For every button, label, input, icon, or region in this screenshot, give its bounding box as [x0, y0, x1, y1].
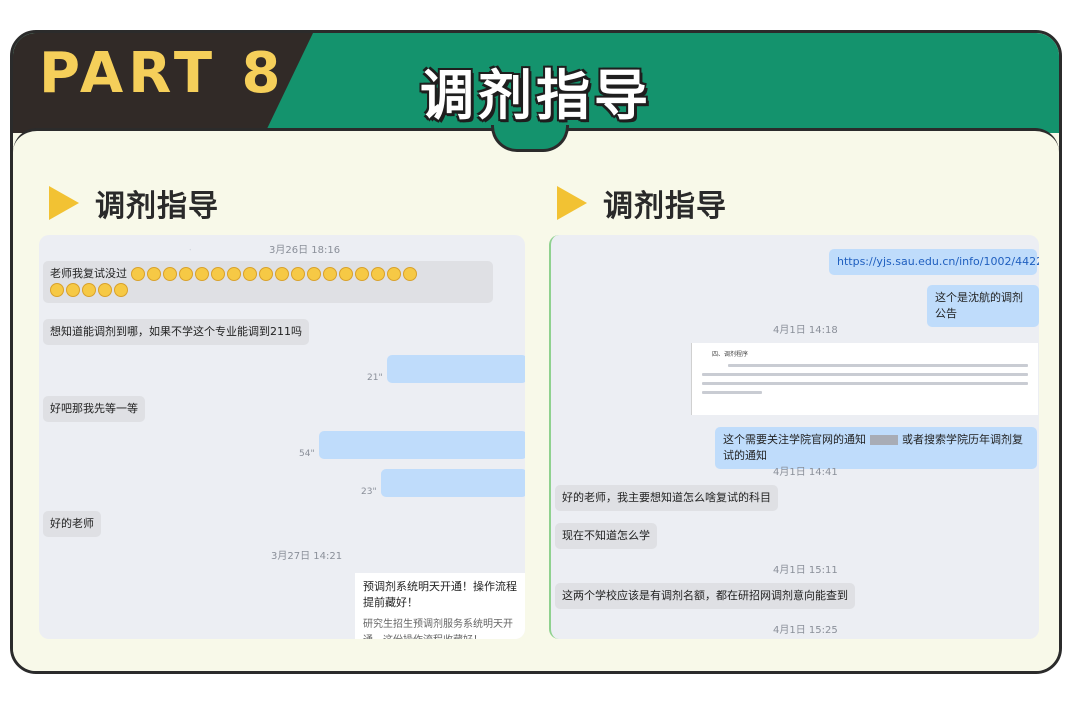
crying-emoji-icon — [98, 283, 112, 297]
article-title: 预调剂系统明天开通！操作流程提前藏好！ — [363, 580, 517, 609]
crying-emoji-icon — [114, 283, 128, 297]
crying-emoji-icon — [322, 267, 337, 281]
message-bubble: 这个需要关注学院官网的通知 或者搜索学院历年调剂复试的通知 — [715, 427, 1037, 469]
doc-line — [728, 364, 1028, 367]
message-text: 这个需要关注学院官网的通知 — [723, 433, 866, 446]
redacted-block — [870, 435, 898, 445]
timestamp: 4月1日 15:11 — [773, 565, 838, 576]
page-title: 调剂指导 — [420, 64, 652, 127]
message-bubble: 老师我复试没过 — [43, 261, 493, 303]
crying-emoji-icon — [354, 267, 369, 281]
content-card: PART 8 调剂指导 调剂指导 · 3月26日 18:16 老师我复试没过 想… — [10, 30, 1062, 674]
voice-duration: 23" — [361, 487, 377, 497]
voice-message-bubble[interactable] — [387, 355, 525, 383]
timestamp: 4月1日 15:25 — [773, 625, 838, 636]
message-bubble: 想知道能调剂到哪，如果不学这个专业能调到211吗 — [43, 319, 309, 345]
crying-emoji-icon — [402, 267, 417, 281]
timestamp: 3月27日 14:21 — [271, 551, 343, 562]
right-section-header: 调剂指导 — [557, 183, 727, 224]
doc-line — [702, 391, 762, 394]
voice-message-bubble[interactable] — [381, 469, 525, 497]
message-bubble: 好的老师，我主要想知道怎么啥复试的科目 — [555, 485, 778, 511]
link-message-bubble[interactable]: https://yjs.sau.edu.cn/info/1002/4422.ht… — [829, 249, 1039, 275]
voice-message-bubble[interactable] — [319, 431, 525, 459]
crying-emoji-icon — [274, 267, 289, 281]
crying-emoji-icon — [290, 267, 305, 281]
message-text: 老师我复试没过 — [50, 267, 127, 280]
left-section-header: 调剂指导 — [49, 183, 219, 224]
doc-line — [702, 382, 1028, 385]
crying-emoji-icon — [178, 267, 193, 281]
voice-duration: 54" — [299, 449, 315, 459]
message-bubble: 这两个学校应该是有调剂名额，都在研招网调剂意向能查到 — [555, 583, 855, 609]
article-subtitle: 研究生招生预调剂服务系统明天开通，这份操作流程收藏好！ — [363, 619, 513, 639]
crying-emoji-icon — [370, 267, 385, 281]
emoji-row — [50, 282, 486, 298]
doc-line — [702, 373, 1028, 376]
crying-emoji-icon — [146, 267, 161, 281]
document-heading: 四、调剂程序 — [712, 351, 749, 358]
timestamp: 4月1日 14:41 — [773, 467, 838, 478]
crying-emoji-icon — [66, 283, 80, 297]
crying-emoji-icon — [50, 283, 64, 297]
message-bubble: 这个是沈航的调剂公告 — [927, 285, 1039, 327]
crying-emoji-icon — [130, 267, 145, 281]
crying-emoji-icon — [162, 267, 177, 281]
left-section-title: 调剂指导 — [95, 189, 219, 224]
timestamp: 4月1日 14:18 — [773, 325, 838, 336]
shared-article-card[interactable]: 预调剂系统明天开通！操作流程提前藏好！ 研究生招生预调剂服务系统明天开通，这份操… — [355, 573, 525, 639]
crying-emoji-icon — [226, 267, 241, 281]
document-screenshot[interactable]: 四、调剂程序 — [691, 343, 1038, 415]
triangle-arrow-icon — [49, 186, 79, 220]
left-chat-screenshot: · 3月26日 18:16 老师我复试没过 想知道能调剂到哪，如果不学这个专业能… — [39, 235, 525, 639]
crying-emoji-icon — [82, 283, 96, 297]
link-text[interactable]: https://yjs.sau.edu.cn/info/1002/4422.ht… — [837, 255, 1039, 268]
crying-emoji-icon — [386, 267, 401, 281]
voice-duration: 21" — [367, 373, 383, 383]
right-chat-screenshot: https://yjs.sau.edu.cn/info/1002/4422.ht… — [549, 235, 1039, 639]
crying-emoji-icon — [210, 267, 225, 281]
crying-emoji-icon — [338, 267, 353, 281]
crying-emoji-icon — [306, 267, 321, 281]
message-bubble: 现在不知道怎么学 — [555, 523, 657, 549]
crying-emoji-icon — [194, 267, 209, 281]
timestamp: 3月26日 18:16 — [269, 245, 341, 256]
right-section-title: 调剂指导 — [603, 189, 727, 224]
message-bubble: 好吧那我先等一等 — [43, 396, 145, 422]
crying-emoji-icon — [258, 267, 273, 281]
triangle-arrow-icon — [557, 186, 587, 220]
watermark: · — [187, 244, 194, 257]
crying-emoji-icon — [242, 267, 257, 281]
message-bubble: 好的老师 — [43, 511, 101, 537]
